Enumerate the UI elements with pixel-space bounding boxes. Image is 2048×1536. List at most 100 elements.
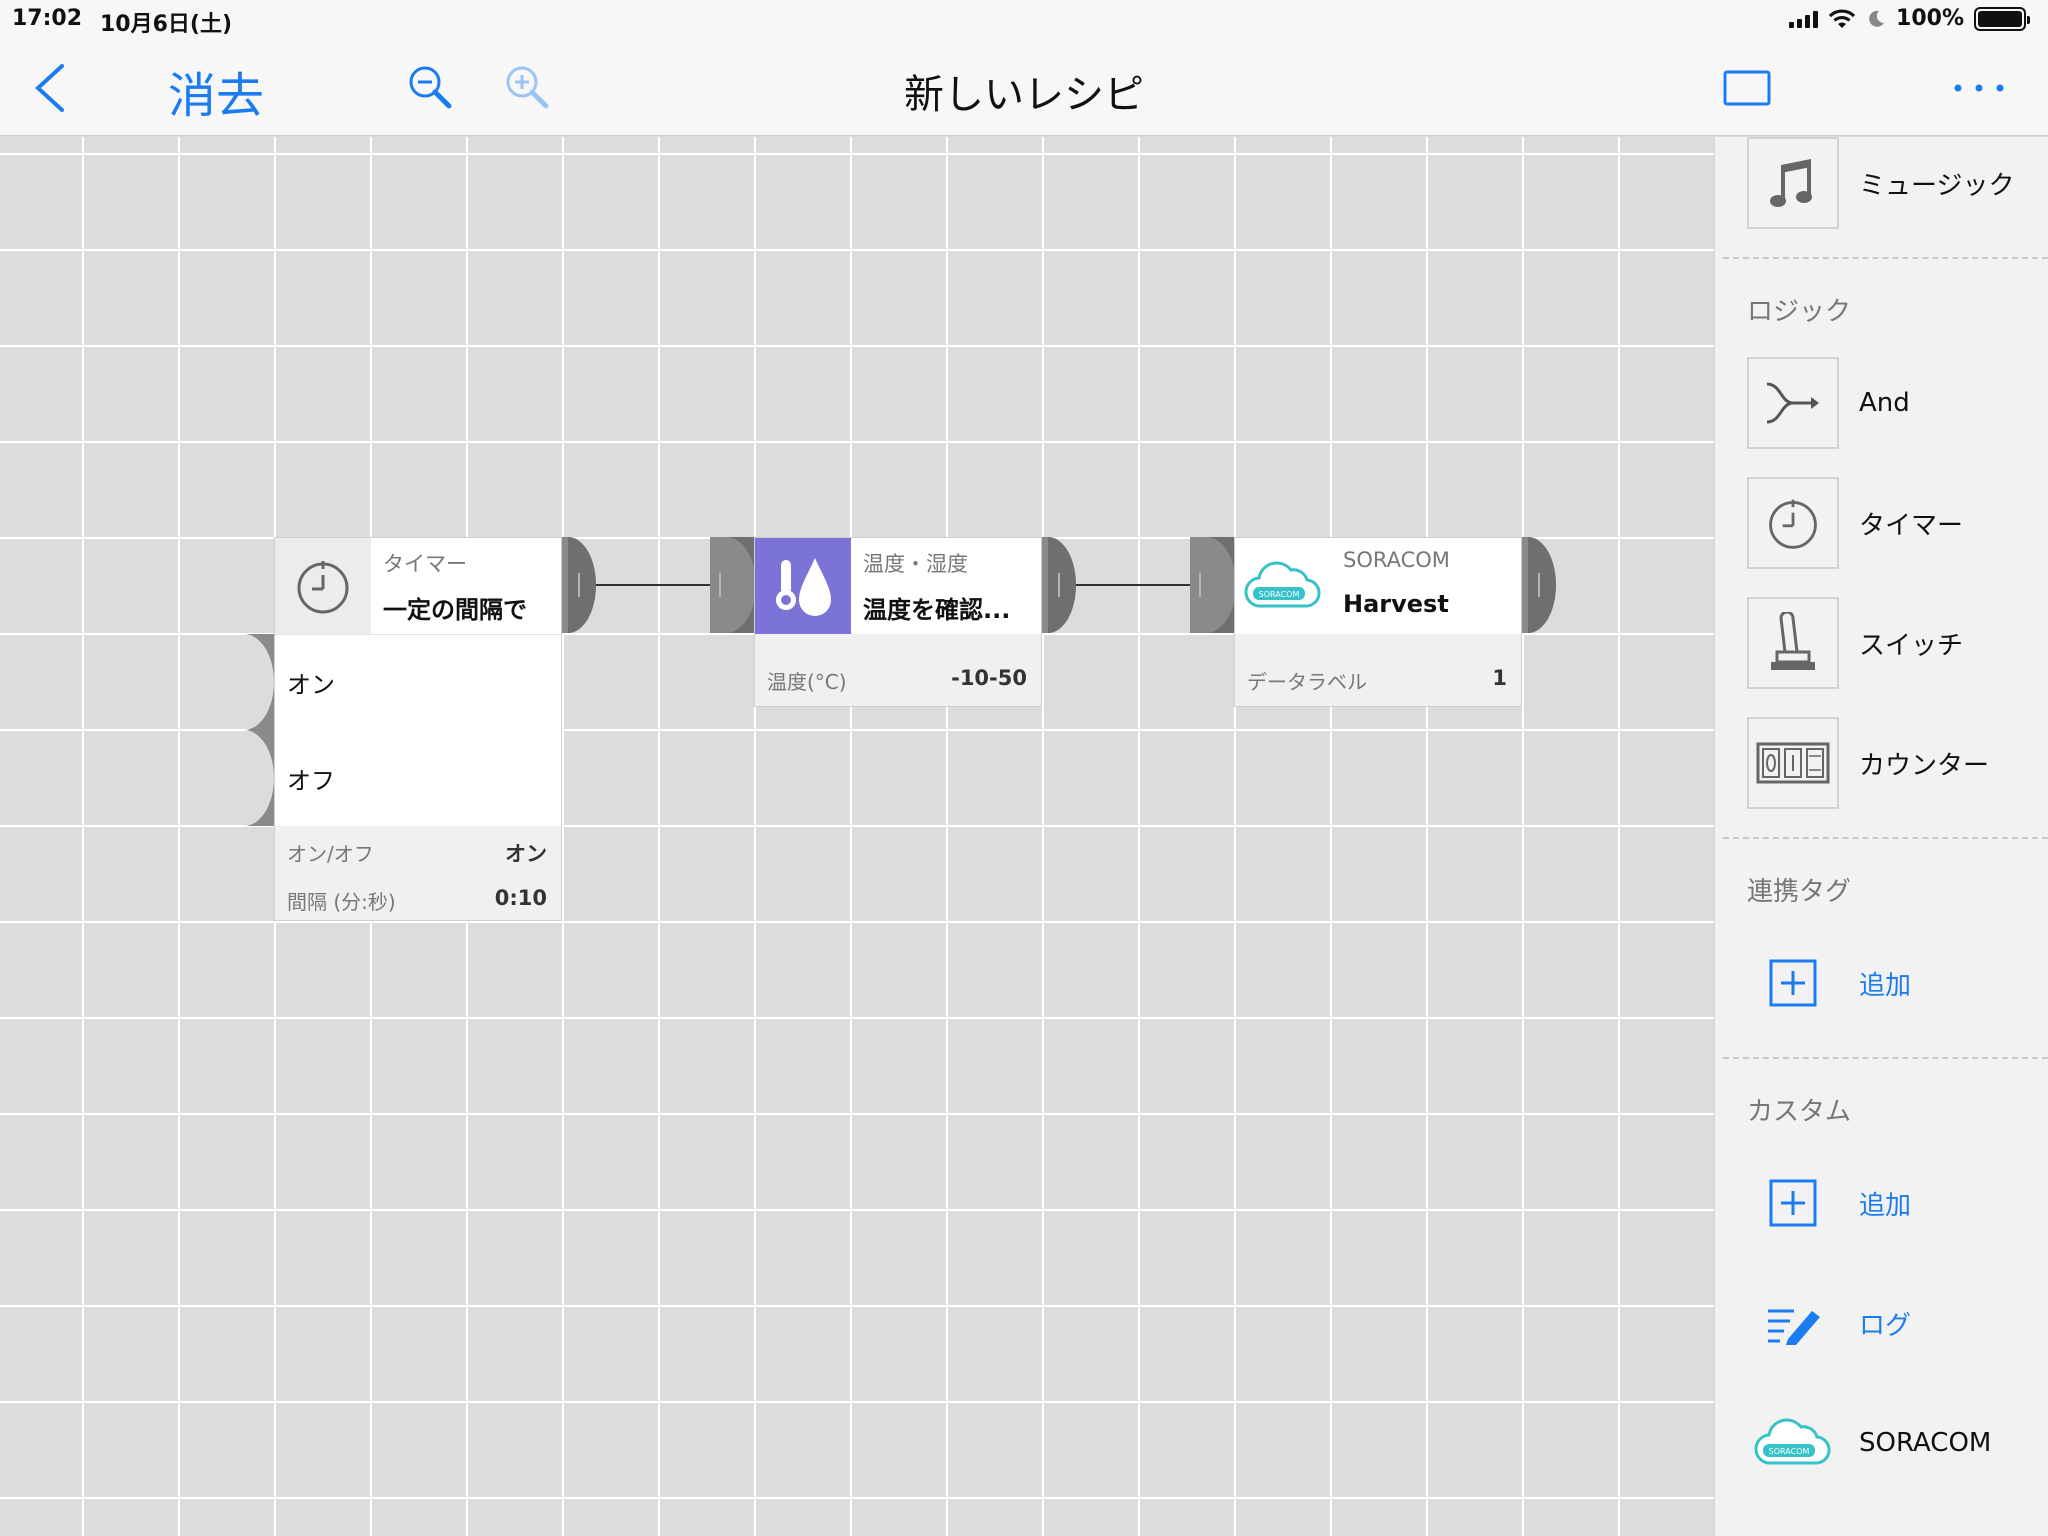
temperature-humidity-node[interactable]: 温度・湿度 温度を確認... 温度(°C) -10-50 — [754, 537, 1042, 707]
navigation-bar: 消去 新しいレシピ — [0, 40, 2048, 136]
property-row: データラベル 1 — [1247, 666, 1507, 695]
add-tag-label: 追加 — [1859, 970, 1912, 1001]
node-title: 一定の間隔で — [383, 596, 527, 624]
timer-on-input-port[interactable] — [244, 634, 274, 730]
recipe-canvas[interactable]: タイマー 一定の間隔で オン オフ オン/オフ オン 間隔 (分:秒) 0:10 — [0, 137, 1714, 1536]
palette-item-timer[interactable]: タイマー — [1747, 477, 2037, 569]
add-custom-label: 追加 — [1859, 1190, 1912, 1221]
block-palette-sidebar[interactable]: ミュージック ロジック And タイマー スイッチ カウンター 連携タグ 追加 … — [1714, 137, 2048, 1536]
music-note-icon — [1770, 159, 1812, 207]
back-chevron-icon[interactable] — [22, 58, 82, 118]
node-category: 温度・湿度 — [863, 552, 968, 576]
timer-node[interactable]: タイマー 一定の間隔で オン オフ オン/オフ オン 間隔 (分:秒) 0:10 — [274, 537, 562, 921]
palette-item-label: ミュージック — [1859, 170, 2015, 201]
palette-tile — [1747, 937, 1839, 1029]
battery-icon — [1974, 6, 2030, 31]
palette-item-counter[interactable]: カウンター — [1747, 717, 2037, 809]
palette-tile — [1747, 477, 1839, 569]
palette-item-switch[interactable]: スイッチ — [1747, 597, 2037, 689]
zoom-out-icon[interactable] — [405, 62, 457, 114]
section-header-custom: カスタム — [1747, 1097, 1852, 1127]
property-value: 1 — [1492, 666, 1507, 690]
palette-tile — [1747, 1277, 1839, 1369]
connection-wire — [1072, 584, 1192, 586]
property-value: 0:10 — [494, 886, 547, 910]
property-label: 間隔 (分:秒) — [287, 890, 396, 914]
status-date: 10月6日(土) — [100, 12, 233, 37]
add-tag-button[interactable]: 追加 — [1747, 937, 2037, 1029]
temp-input-port[interactable] — [710, 537, 754, 633]
harvest-output-port[interactable] — [1522, 537, 1556, 633]
section-divider — [1723, 257, 2048, 259]
temp-output-port[interactable] — [1042, 537, 1076, 633]
soracom-logo-text: SORACOM — [1259, 590, 1300, 599]
node-category: SORACOM — [1343, 548, 1450, 572]
soracom-harvest-node[interactable]: SORACOM SORACOM Harvest データラベル 1 — [1234, 537, 1522, 707]
moon-icon — [1869, 10, 1885, 27]
add-plus-icon — [1769, 959, 1817, 1007]
property-value: オン — [505, 842, 547, 866]
property-value: -10-50 — [951, 666, 1027, 690]
property-label: データラベル — [1247, 670, 1367, 694]
palette-tile — [1747, 137, 1839, 229]
port-label-off: オフ — [287, 767, 335, 795]
signal-icon — [1789, 10, 1819, 28]
more-options-icon[interactable] — [1948, 68, 2010, 108]
add-plus-icon — [1769, 1179, 1817, 1227]
section-header-logic: ロジック — [1747, 297, 1852, 327]
status-right: 100% — [1789, 6, 2030, 31]
node-title: 温度を確認... — [863, 596, 1011, 624]
palette-item-label: タイマー — [1859, 510, 1964, 541]
node-header: 温度・湿度 温度を確認... — [755, 538, 1041, 634]
harvest-input-port[interactable] — [1190, 537, 1234, 633]
clock-icon — [297, 561, 349, 614]
counter-digits-icon — [1756, 742, 1830, 784]
property-label: オン/オフ — [287, 842, 374, 866]
timer-output-port[interactable] — [562, 537, 596, 633]
status-time: 17:02 — [12, 6, 83, 31]
palette-item-soracom[interactable]: SORACOM SORACOM — [1747, 1397, 2037, 1489]
soracom-cloud-icon: SORACOM — [1754, 1418, 1831, 1465]
palette-item-music[interactable]: ミュージック — [1747, 137, 2037, 229]
clock-icon — [1769, 499, 1817, 549]
palette-item-label: ログ — [1859, 1310, 1912, 1341]
and-merge-icon — [1766, 382, 1819, 424]
palette-tile — [1747, 1157, 1839, 1249]
thermometer-droplet-icon — [776, 558, 831, 616]
zoom-in-icon[interactable] — [502, 62, 554, 114]
add-custom-button[interactable]: 追加 — [1747, 1157, 2037, 1249]
port-label-on: オン — [287, 671, 335, 699]
node-title: Harvest — [1343, 590, 1449, 618]
wifi-icon — [1828, 8, 1856, 28]
node-icon-box — [275, 538, 371, 634]
node-header: SORACOM SORACOM Harvest — [1235, 538, 1521, 634]
page-title: 新しいレシピ — [904, 72, 1144, 118]
palette-item-label: カウンター — [1859, 750, 1990, 781]
section-divider — [1723, 1057, 2048, 1059]
layout-toggle-icon[interactable] — [1722, 68, 1772, 108]
node-icon-box: SORACOM — [1235, 538, 1331, 634]
property-row: 間隔 (分:秒) 0:10 — [287, 886, 547, 915]
timer-off-input-port[interactable] — [244, 730, 274, 826]
palette-item-label: SORACOM — [1859, 1428, 1992, 1458]
palette-tile — [1747, 357, 1839, 449]
palette-item-log[interactable]: ログ — [1747, 1277, 2037, 1369]
palette-tile: SORACOM — [1747, 1397, 1839, 1489]
clear-button[interactable]: 消去 — [168, 56, 264, 126]
node-icon-box — [755, 538, 851, 634]
status-bar: 17:02 10月6日(土) 100% — [0, 0, 2048, 40]
palette-item-label: And — [1859, 388, 1910, 418]
connection-wire — [592, 584, 712, 586]
palette-tile — [1747, 597, 1839, 689]
switch-lever-icon — [1771, 612, 1815, 670]
property-label: 温度(°C) — [767, 670, 847, 694]
soracom-logo-text: SORACOM — [1769, 1447, 1810, 1456]
log-pencil-icon — [1768, 1309, 1820, 1345]
soracom-cloud-icon: SORACOM — [1244, 561, 1321, 608]
node-header: タイマー 一定の間隔で — [275, 538, 561, 634]
property-row: オン/オフ オン — [287, 838, 547, 868]
property-row: 温度(°C) -10-50 — [767, 666, 1027, 695]
palette-tile — [1747, 717, 1839, 809]
palette-item-and[interactable]: And — [1747, 357, 2037, 449]
section-header-tags: 連携タグ — [1747, 877, 1852, 907]
